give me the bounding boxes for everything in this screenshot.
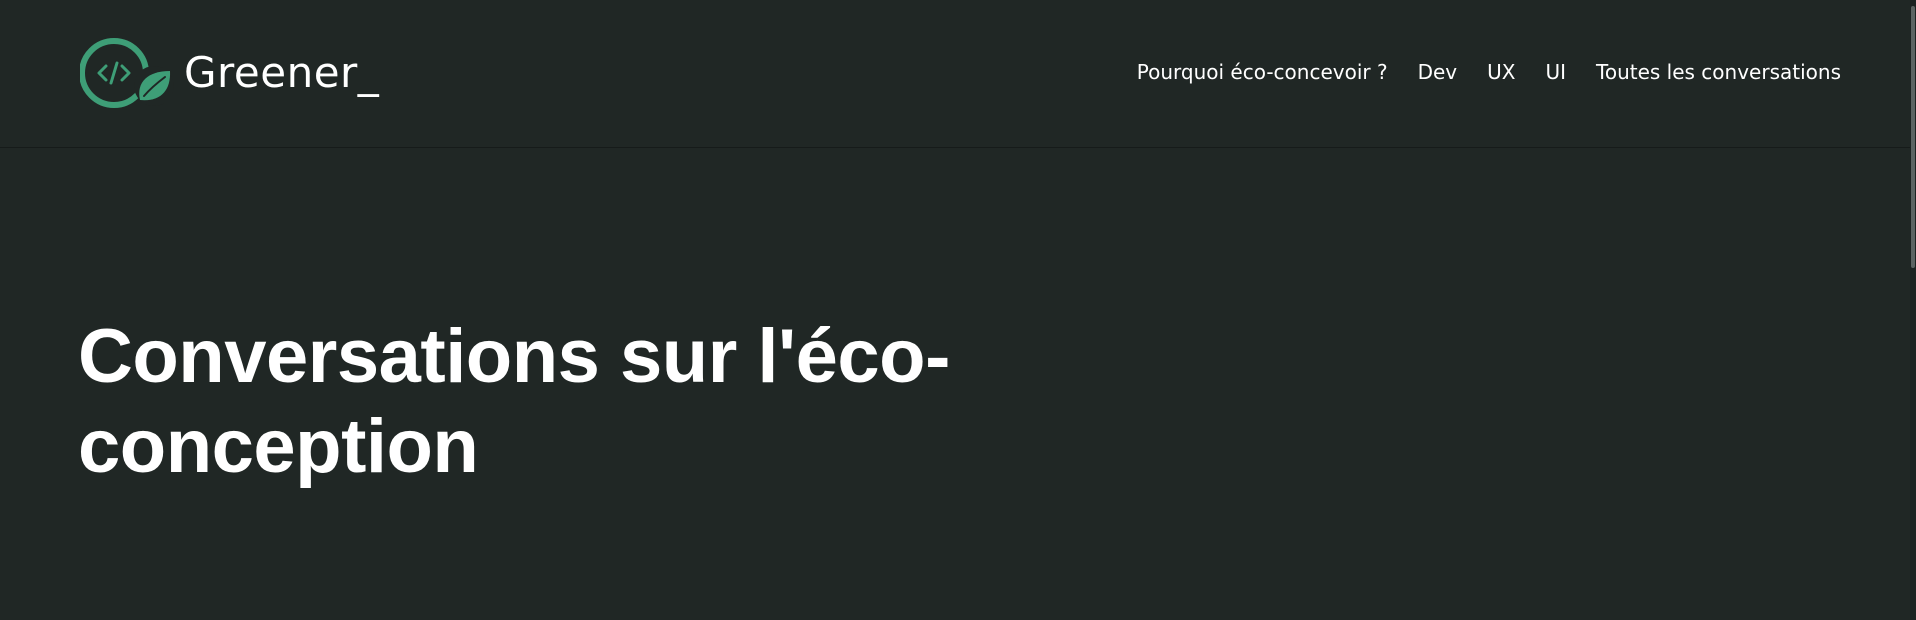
- nav-link-dev[interactable]: Dev: [1418, 58, 1458, 86]
- brand-name: Greener_: [184, 48, 380, 97]
- scrollbar-thumb[interactable]: [1911, 6, 1915, 268]
- page-title: Conversations sur l'éco-conception: [78, 314, 950, 489]
- main-nav: Pourquoi éco-concevoir ? Dev UX UI Toute…: [1137, 58, 1841, 86]
- home-logo-link[interactable]: Greener_: [80, 36, 379, 110]
- code-leaf-icon: [80, 38, 174, 108]
- vertical-scrollbar[interactable]: [1910, 0, 1916, 620]
- nav-link-pourquoi-eco-concevoir[interactable]: Pourquoi éco-concevoir ?: [1137, 58, 1388, 86]
- nav-link-ui[interactable]: UI: [1545, 58, 1566, 86]
- nav-link-toutes-les-conversations[interactable]: Toutes les conversations: [1596, 58, 1841, 86]
- site-header: Greener_ Pourquoi éco-concevoir ? Dev UX…: [0, 0, 1916, 148]
- nav-link-ux[interactable]: UX: [1487, 58, 1515, 86]
